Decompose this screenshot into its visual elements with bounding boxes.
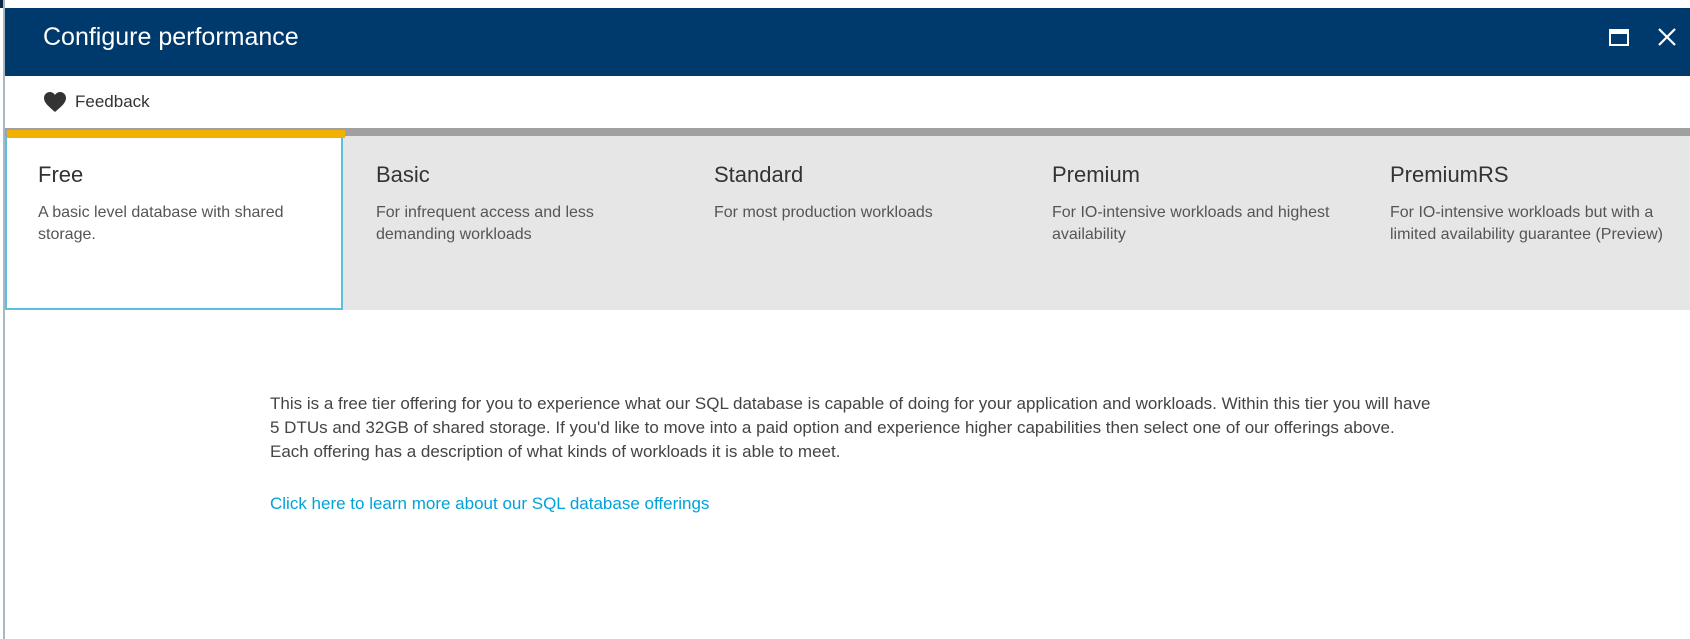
tier-description: For infrequent access and less demanding… [376,204,594,243]
tier-name: Standard [714,162,804,187]
tier-name: PremiumRS [1390,162,1509,187]
close-button[interactable] [1651,22,1683,54]
tier-description: For IO-intensive workloads and highest a… [1052,204,1330,243]
configure-performance-blade: Configure performance Feedback Free A ba… [3,0,1690,639]
close-icon [1658,28,1676,46]
tier-details: This is a free tier offering for you to … [270,392,1435,514]
heart-icon [44,92,66,112]
blade-title: Configure performance [43,23,299,51]
tier-name: Free [38,162,84,187]
tier-description: For IO-intensive workloads but with a li… [1390,204,1664,243]
feedback-label: Feedback [75,92,150,111]
tier-basic[interactable]: Basic For infrequent access and less dem… [343,136,681,310]
command-bar: Feedback [5,76,1690,128]
selected-tier-accent [7,130,345,138]
tier-name: Premium [1052,162,1141,187]
tier-premiumrs[interactable]: PremiumRS For IO-intensive workloads but… [1357,136,1690,310]
learn-more-link[interactable]: Click here to learn more about our SQL d… [270,494,709,514]
tier-details-description: This is a free tier offering for you to … [270,394,1431,461]
pricing-tier-selector: Free A basic level database with shared … [5,128,1690,310]
tier-name: Basic [376,162,430,187]
maximize-button[interactable] [1603,22,1635,54]
tier-standard[interactable]: Standard For most production workloads [681,136,1019,310]
tier-free[interactable]: Free A basic level database with shared … [5,130,345,310]
tier-description: A basic level database with shared stora… [38,204,284,243]
maximize-icon [1609,29,1629,46]
feedback-button[interactable]: Feedback [43,89,150,115]
tier-description: For most production workloads [714,204,933,221]
blade-header: Configure performance [5,8,1690,76]
tier-premium[interactable]: Premium For IO-intensive workloads and h… [1019,136,1357,310]
